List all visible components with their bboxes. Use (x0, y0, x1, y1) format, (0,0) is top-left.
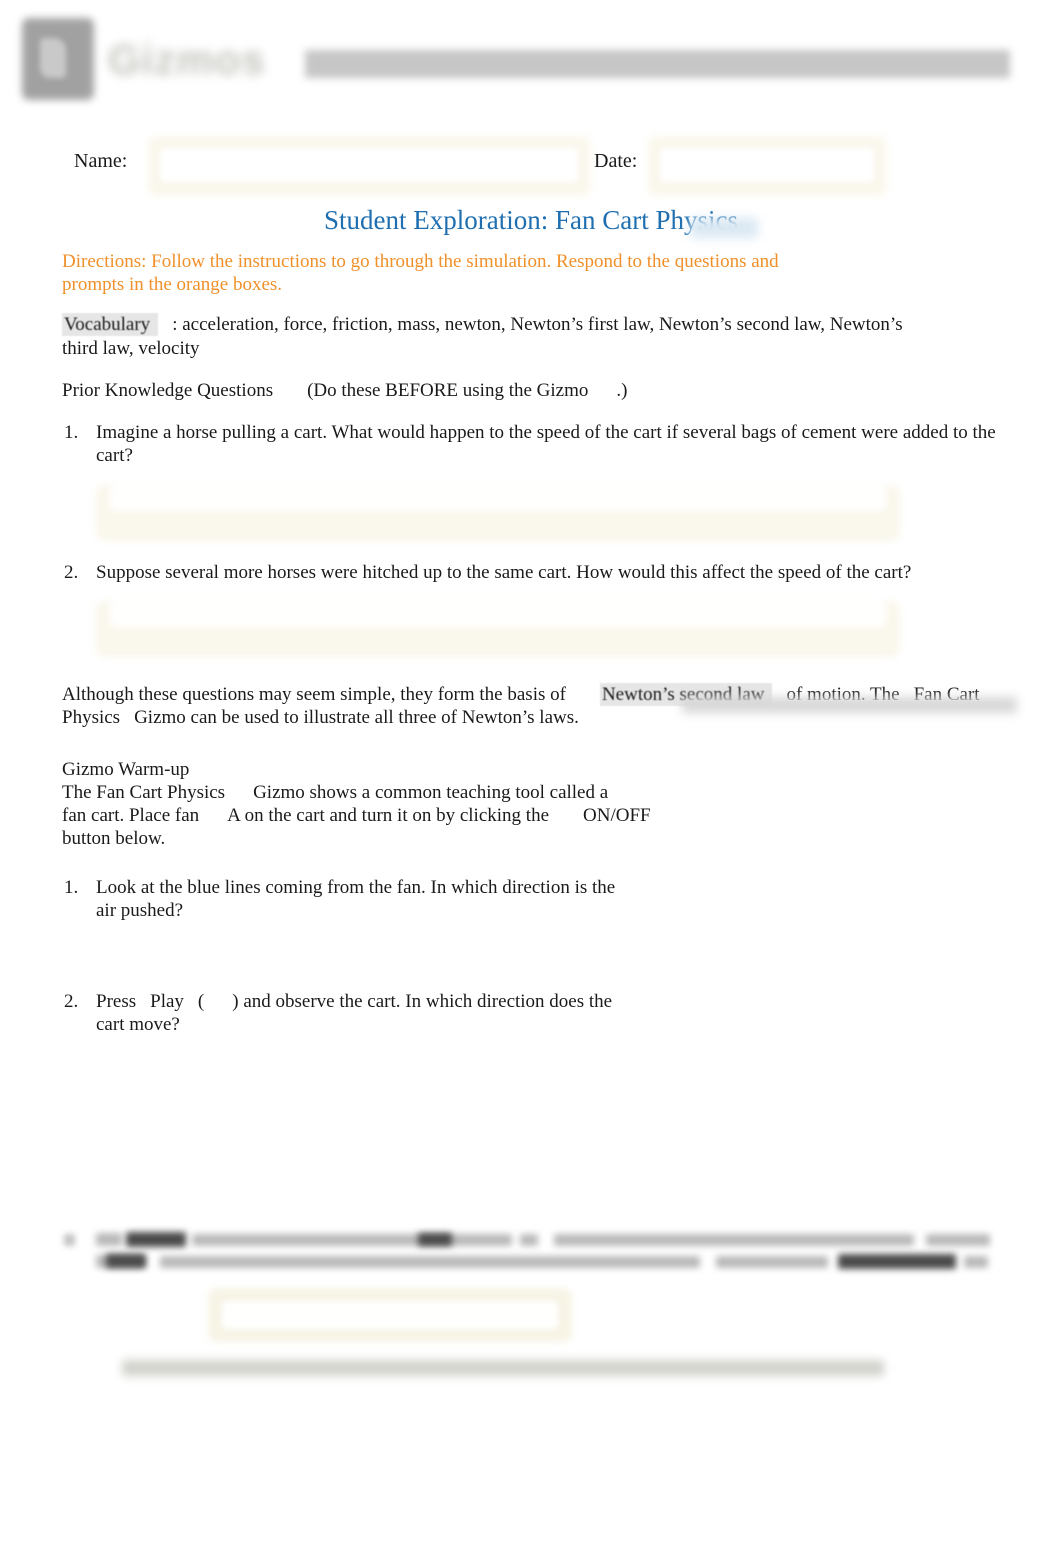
name-input-inner[interactable] (160, 148, 578, 182)
question-number: 2. (64, 990, 79, 1012)
warmup-line2-a: fan cart. Place fan (62, 804, 200, 826)
name-label: Name: (74, 150, 128, 172)
redacted-highlight-word (418, 1233, 452, 1246)
answer-box-pk-2[interactable] (96, 601, 900, 658)
gizmo-warmup-line-3: button below. (62, 828, 166, 850)
question-text-b: and observe the cart. In which direction… (243, 990, 613, 1012)
answer-box-pk-2-field[interactable] (110, 601, 886, 628)
list-item: 1. Imagine a horse pulling a cart. What … (62, 421, 1010, 467)
prior-knowledge-note-close: .) (616, 379, 628, 401)
redacted-highlight-word (126, 1232, 186, 1247)
prior-knowledge-heading-line: Prior Knowledge Questions (Do these BEFOR… (62, 380, 1010, 402)
header-redacted-bar (305, 50, 1010, 78)
footer-redacted-text (122, 1360, 884, 1376)
redacted-word (926, 1234, 990, 1246)
prior-knowledge-heading: Prior Knowledge Questions (62, 379, 274, 401)
date-input-inner[interactable] (660, 148, 874, 182)
redacted-word (160, 1256, 700, 1268)
question-text-press: Press (96, 990, 137, 1012)
basis-part3: Gizmo can be used to illustrate all thre… (134, 707, 579, 729)
redacted-highlight-word (838, 1254, 956, 1269)
brand-wordmark: Gizmos (108, 36, 266, 83)
redacted-word (520, 1234, 538, 1246)
list-item: 2. Press Play () and observe the cart. In … (62, 990, 1010, 1036)
play-button-label[interactable]: Play (150, 991, 184, 1012)
redacted-word (96, 1233, 122, 1246)
gizmo-warmup-heading: Gizmo Warm-up (62, 758, 190, 780)
list-item: 2. Suppose several more horses were hitc… (62, 561, 1010, 584)
date-label: Date: (594, 150, 638, 172)
redacted-word (964, 1256, 988, 1268)
answer-box-pk-1[interactable] (96, 485, 900, 542)
bottom-question-number (64, 1234, 75, 1246)
question-number: 1. (64, 421, 79, 443)
redacted-highlight-word (106, 1254, 146, 1268)
warmup-onoff-label: ON/OFF (583, 804, 651, 826)
question-number: 2. (64, 562, 79, 584)
question-text: Imagine a horse pulling a cart. What wou… (96, 421, 996, 466)
warmup-question-list-2: 2. Press Play () and observe the cart. In … (62, 990, 1010, 1036)
vocabulary-heading: Vocabulary (62, 313, 159, 337)
paren-open: ( (197, 990, 205, 1012)
directions-text: Directions: Follow the instructions to g… (62, 251, 779, 296)
list-item: 1. Look at the blue lines coming from th… (62, 876, 1010, 922)
warmup-question-list-1: 1. Look at the blue lines coming from th… (62, 876, 1010, 922)
question-text: Suppose several more horses were hitched… (96, 562, 912, 584)
warmup-line1-b: Gizmo shows a common teaching tool calle… (253, 781, 609, 803)
warmup-gizmo-name: Fan Cart Physics (96, 781, 226, 803)
answer-box-bottom-field[interactable] (222, 1301, 558, 1329)
vocabulary-terms: acceleration, force, friction, mass, new… (62, 314, 903, 359)
warmup-line1-a: The (62, 781, 92, 803)
paren-close: ) (232, 990, 239, 1012)
vocabulary-separator: : (172, 314, 178, 336)
warmup-line2-b: A on the cart and turn it on by clicking… (227, 804, 550, 826)
redacted-word (716, 1256, 828, 1268)
gizmos-logo-glyph-icon (40, 38, 66, 78)
gizmo-warmup-line-2: fan cart. Place fan A on the cart and tur… (62, 804, 1010, 827)
page-title: Student Exploration: Fan Cart Physics (324, 205, 738, 235)
question-text-c: cart move? (96, 1013, 180, 1035)
basis-part1: Although these questions may seem simple… (62, 684, 566, 706)
document-body: Directions: Follow the instructions to g… (62, 250, 1017, 1036)
paragraph-redacted-bar (682, 697, 1017, 713)
title-redacted-mark (690, 218, 758, 238)
prior-knowledge-question-list-2: 2. Suppose several more horses were hitc… (62, 561, 1010, 584)
gizmo-warmup-line-1: The Fan Cart Physics Gizmo shows a common… (62, 781, 1010, 804)
bottom-redacted-question (60, 1222, 1008, 1282)
question-text-b: air pushed? (96, 900, 184, 922)
name-date-row: Name: Date: (0, 134, 1062, 198)
redacted-word (554, 1234, 914, 1246)
question-number: 1. (64, 877, 79, 899)
question-text-a: Look at the blue lines coming from the f… (96, 877, 616, 899)
redacted-word (192, 1234, 512, 1246)
page-header: Gizmos (0, 0, 1062, 120)
prior-knowledge-note-open: (Do these BEFORE using the Gizmo (307, 379, 589, 401)
prior-knowledge-question-list: 1. Imagine a horse pulling a cart. What … (62, 421, 1010, 467)
answer-box-pk-1-field[interactable] (110, 485, 886, 512)
vocabulary-line: Vocabulary: acceleration, force, frictio… (62, 313, 910, 359)
